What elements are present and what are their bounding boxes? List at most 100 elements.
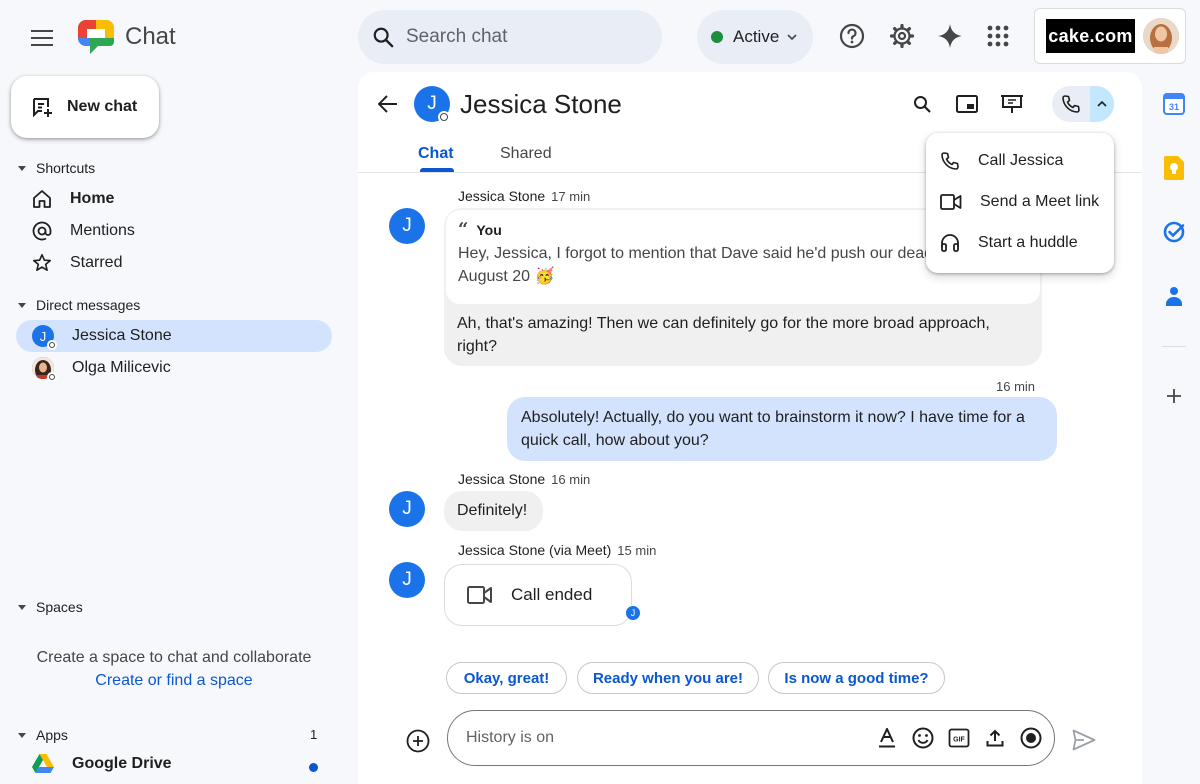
account-switcher[interactable]: cake.com (1034, 8, 1186, 64)
home-icon (33, 190, 51, 208)
message-composer[interactable]: History is on GIF (447, 710, 1055, 766)
sidebar-item-jessica-stone[interactable]: J Jessica Stone (16, 320, 332, 352)
menu-item-call-jessica[interactable]: Call Jessica (926, 141, 1114, 181)
sidebar-item-home[interactable]: Home (16, 183, 332, 215)
sidebar-item-mentions[interactable]: Mentions (16, 215, 332, 247)
section-title: Apps (36, 727, 68, 743)
message-bubble: Definitely! (444, 491, 543, 531)
menu-item-label: Start a huddle (978, 234, 1078, 251)
sender-name[interactable]: Jessica Stone (458, 188, 545, 204)
google-apps-button[interactable] (982, 20, 1014, 52)
avatar-initial: J (39, 328, 47, 344)
record-video-button[interactable] (1018, 725, 1044, 751)
contacts-app-button[interactable] (1160, 282, 1188, 310)
google-chat-logo-icon (78, 20, 114, 54)
get-add-ons-button[interactable] (1160, 382, 1188, 410)
sidebar-item-olga-milicevic[interactable]: Olga Milicevic (16, 352, 332, 384)
status-selector[interactable]: Active (697, 10, 813, 64)
status-label: Active (733, 27, 780, 46)
apps-section-header[interactable]: Apps (18, 727, 68, 743)
chevron-up-icon (1097, 101, 1107, 107)
direct-messages-section-header[interactable]: Direct messages (18, 297, 140, 313)
tab-chat[interactable]: Chat (418, 144, 454, 164)
sender-name[interactable]: Jessica Stone (via Meet) (458, 542, 611, 558)
sender-avatar[interactable]: J (389, 562, 425, 598)
google-contacts-icon (1166, 287, 1182, 306)
plus-icon (1167, 389, 1181, 403)
smart-reply-chip[interactable]: Is now a good time? (768, 662, 945, 694)
text-format-icon (879, 728, 895, 748)
google-keep-icon (1164, 156, 1184, 180)
message-input[interactable]: History is on (466, 729, 874, 747)
settings-button[interactable] (886, 20, 918, 52)
sidebar-item-starred[interactable]: Starred (16, 247, 332, 279)
google-drive-icon (32, 754, 54, 773)
status-dot (711, 31, 723, 43)
text-format-button[interactable] (874, 725, 900, 751)
present-button[interactable] (996, 88, 1028, 120)
help-button[interactable] (836, 20, 868, 52)
apps-grid-icon (987, 25, 1009, 47)
section-title: Direct messages (36, 297, 141, 313)
message-text-line-2: quick call, how about you? (521, 432, 709, 449)
open-in-popup-button[interactable] (951, 88, 983, 120)
spaces-section-header[interactable]: Spaces (18, 599, 83, 615)
shortcuts-section-header[interactable]: Shortcuts (18, 160, 95, 176)
calendar-app-button[interactable]: 31 (1160, 90, 1188, 118)
apps-count-badge: 1 (310, 727, 318, 742)
call-button[interactable] (1052, 86, 1090, 122)
sender-name[interactable]: Jessica Stone (458, 471, 545, 487)
collapse-triangle-icon (18, 604, 26, 610)
presentation-icon (1001, 95, 1023, 113)
create-space-link[interactable]: Create or find a space (0, 669, 348, 692)
call-ended-card[interactable]: Call ended (444, 564, 632, 626)
svg-text:31: 31 (1169, 102, 1179, 112)
upload-file-button[interactable] (982, 725, 1008, 751)
keep-app-button[interactable] (1160, 154, 1188, 182)
quote-icon: “ (458, 219, 469, 240)
emoji-button[interactable] (910, 725, 936, 751)
gemini-button[interactable] (934, 20, 966, 52)
collapse-triangle-icon (18, 732, 26, 738)
gif-icon: GIF (948, 728, 970, 748)
search-in-conversation-button[interactable] (906, 88, 938, 120)
sidebar-item-label: Olga Milicevic (72, 359, 171, 376)
menu-item-start-huddle[interactable]: Start a huddle (926, 223, 1114, 263)
new-chat-button[interactable]: New chat (11, 76, 159, 138)
unread-indicator (309, 763, 318, 772)
spaces-empty-text: Create a space to chat and collaborate (36, 649, 312, 666)
video-camera-icon (467, 586, 492, 604)
avatar[interactable] (1143, 18, 1179, 54)
gemini-sparkle-icon (938, 24, 962, 48)
back-button[interactable] (372, 88, 404, 120)
message-bubble-outgoing: Absolutely! Actually, do you want to bra… (507, 397, 1057, 461)
smart-reply-chip[interactable]: Ready when you are! (577, 662, 759, 694)
sender-avatar[interactable]: J (389, 491, 425, 527)
collapse-triangle-icon (18, 165, 26, 171)
smart-reply-chip[interactable]: Okay, great! (446, 662, 567, 694)
sender-avatar[interactable]: J (389, 208, 425, 244)
message-header: Jessica Stone (via Meet) 15 min (458, 542, 656, 558)
presence-indicator (47, 372, 57, 382)
spaces-empty-state: Create a space to chat and collaborate C… (0, 646, 348, 692)
conversation-title[interactable]: Jessica Stone (460, 88, 622, 120)
add-attachment-button[interactable] (404, 727, 432, 755)
headphones-icon (941, 234, 959, 252)
sidebar-item-label: Starred (70, 254, 123, 271)
phone-icon (941, 152, 959, 170)
gif-button[interactable]: GIF (946, 725, 972, 751)
call-options-menu: Call Jessica Send a Meet link Start a hu… (926, 133, 1114, 273)
message-text-line-2: right? (457, 338, 498, 355)
menu-item-send-meet-link[interactable]: Send a Meet link (926, 182, 1114, 222)
search-bar[interactable]: Search chat (358, 10, 662, 64)
search-input[interactable]: Search chat (406, 26, 507, 48)
tasks-app-button[interactable] (1160, 218, 1188, 246)
main-menu-button[interactable] (24, 20, 60, 56)
sidebar-item-label: Mentions (70, 222, 135, 239)
send-button[interactable] (1070, 726, 1098, 754)
quote-author: You (476, 222, 502, 238)
tab-shared[interactable]: Shared (500, 144, 552, 164)
smiley-icon (912, 727, 934, 749)
sidebar-item-google-drive[interactable]: Google Drive (32, 754, 172, 774)
message-text-line-1: Ah, that's amazing! Then we can definite… (457, 315, 990, 332)
